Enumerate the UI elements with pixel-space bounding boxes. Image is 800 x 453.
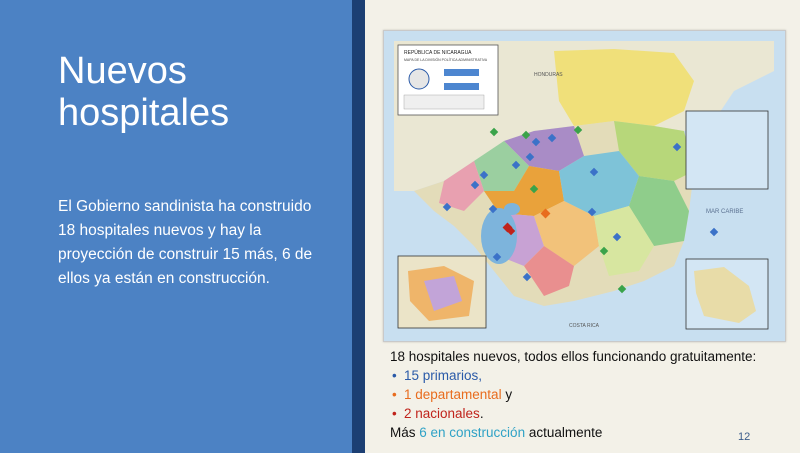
slide-title: Nuevos hospitales bbox=[58, 50, 338, 134]
bullet-icon: • bbox=[392, 368, 397, 383]
departmental-label: 1 departamental bbox=[404, 387, 502, 402]
title-line-1: Nuevos bbox=[58, 50, 187, 92]
left-panel: Nuevos hospitales El Gobierno sandinista… bbox=[0, 0, 352, 453]
flag-icon bbox=[444, 69, 479, 76]
map-header-line-2: MAPA DE LA DIVISIÓN POLÍTICA ADMINISTRAT… bbox=[404, 57, 488, 62]
list-item-primary: • 15 primarios, bbox=[390, 366, 790, 385]
map-image: REPÚBLICA DE NICARAGUA MAPA DE LA DIVISI… bbox=[384, 31, 785, 341]
sea-label: MAR CARIBE bbox=[706, 209, 743, 215]
bullet-icon: • bbox=[392, 387, 397, 402]
national-label: 2 nacionales bbox=[404, 406, 480, 421]
hospital-caption: 18 hospitales nuevos, todos ellos funcio… bbox=[390, 347, 790, 442]
hospital-list: • 15 primarios, • 1 departamental y • 2 nac… bbox=[390, 366, 790, 423]
caption-intro: 18 hospitales nuevos, todos ellos funcio… bbox=[390, 349, 757, 364]
list-item-national: • 2 nacionales. bbox=[390, 404, 790, 423]
panel-divider bbox=[352, 0, 365, 453]
title-line-2: hospitales bbox=[58, 92, 230, 134]
costa-rica-label: COSTA RICA bbox=[569, 323, 600, 329]
coat-of-arms-icon bbox=[408, 68, 430, 90]
page-number: 12 bbox=[738, 431, 751, 443]
primary-suffix: , bbox=[478, 368, 483, 383]
map-header-line-1: REPÚBLICA DE NICARAGUA bbox=[404, 49, 472, 56]
caption-footer: Más 6 en construcción actualmente bbox=[390, 423, 790, 442]
slide: Nuevos hospitales El Gobierno sandinista… bbox=[0, 0, 800, 453]
nicaragua-map: REPÚBLICA DE NICARAGUA MAPA DE LA DIVISI… bbox=[383, 30, 786, 342]
slide-body-text: El Gobierno sandinista ha construido 18 … bbox=[58, 198, 313, 287]
footer-suffix: actualmente bbox=[525, 425, 603, 440]
list-item-departmental: • 1 departamental y bbox=[390, 385, 790, 404]
national-suffix: . bbox=[479, 406, 484, 421]
footer-highlight: 6 en construcción bbox=[419, 425, 526, 440]
departmental-suffix: y bbox=[501, 387, 513, 402]
bullet-icon: • bbox=[392, 406, 397, 421]
inset-map-caribbean bbox=[685, 110, 769, 190]
honduras-label: HONDURAS bbox=[534, 72, 563, 78]
primary-label: 15 primarios bbox=[404, 368, 479, 383]
footer-prefix: Más bbox=[390, 425, 420, 440]
